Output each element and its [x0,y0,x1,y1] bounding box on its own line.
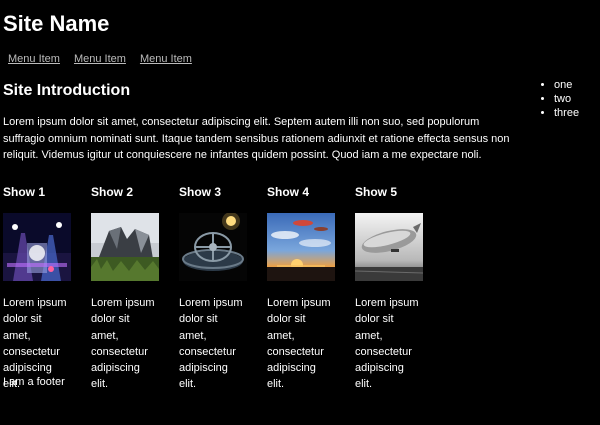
side-list-item: two [554,92,579,106]
show-card: Show 4 Lorem ipsum dolor sit amet, conse… [267,185,335,393]
sunset-with-airships-image[interactable] [267,213,335,281]
menu-item-2[interactable]: Menu Item [74,53,126,65]
show-title: Show 2 [91,185,134,199]
show-card: Show 1 Lorem ipsum dolor sit amet, conse… [3,185,71,393]
zeppelin-black-white-image[interactable] [355,213,423,281]
menu-item-3[interactable]: Menu Item [140,53,192,65]
show-card: Show 2 Lorem ipsum dolor sit amet, conse… [91,185,159,393]
show-title: Show 1 [3,185,46,199]
side-list-item: three [554,106,579,120]
show-card: Show 3 Lorem ipsum dolor sit amet, conse… [179,185,247,393]
menu-item-1[interactable]: Menu Item [8,53,60,65]
show-title: Show 3 [179,185,222,199]
side-list-item: one [554,78,579,92]
shows-row: Show 1 Lorem ipsum dolor sit amet, conse… [3,185,423,393]
show-card: Show 5 Lorem ipsum dolor sit amet, conse… [355,185,423,393]
intro-title: Site Introduction [3,82,131,99]
gyroscope-sculpture-image[interactable] [179,213,247,281]
intro-text: Lorem ipsum dolor sit amet, consectetur … [3,116,510,161]
concert-stage-lights-image[interactable] [3,213,71,281]
modern-building-on-grass-image[interactable] [91,213,159,281]
main-menu: Menu Item Menu Item Menu Item [8,53,192,65]
show-text: Lorem ipsum dolor sit amet, consectetur … [179,297,243,391]
side-list: one two three [540,78,579,120]
show-text: Lorem ipsum dolor sit amet, consectetur … [355,297,419,391]
footer: I am a footer [3,376,65,388]
show-title: Show 4 [267,185,310,199]
show-text: Lorem ipsum dolor sit amet, consectetur … [267,297,331,391]
site-name: Site Name [3,11,110,36]
show-text: Lorem ipsum dolor sit amet, consectetur … [91,297,155,391]
show-title: Show 5 [355,185,398,199]
